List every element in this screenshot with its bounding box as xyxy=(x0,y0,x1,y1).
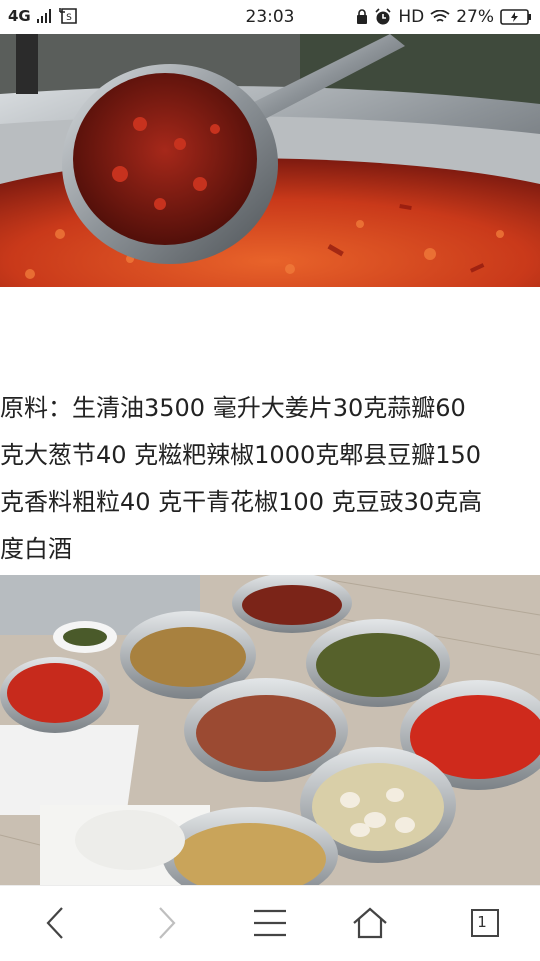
home-button[interactable] xyxy=(345,900,395,946)
home-icon xyxy=(353,907,387,939)
text-line: 克香料粗粒40 克干青花椒100 克豆豉30克高 xyxy=(0,488,483,516)
menu-icon xyxy=(254,909,286,937)
status-bar: 4G S 23:03 HD 27% xyxy=(0,0,540,35)
status-right: HD 27% xyxy=(356,7,532,27)
text-line: 克大葱节40 克糍粑辣椒1000克郫县豆瓣150 xyxy=(0,441,482,469)
tabs-button[interactable]: 1 xyxy=(460,900,510,946)
alarm-icon xyxy=(374,8,392,26)
ingredients-bowls-photo xyxy=(0,575,540,885)
text-line: 原料：生清油3500 毫升大姜片30克蒜瓣60 xyxy=(0,394,466,422)
forward-button[interactable] xyxy=(142,900,192,946)
menu-button[interactable] xyxy=(245,900,295,946)
battery-icon xyxy=(500,9,532,25)
browser-bottom-nav: 1 xyxy=(0,885,540,961)
recipe-ingredients-text: 原料：生清油3500 毫升大姜片30克蒜瓣60 克大葱节40 克糍粑辣椒1000… xyxy=(0,385,540,573)
back-icon xyxy=(46,907,63,939)
hotpot-ladle-photo xyxy=(0,34,540,287)
lock-icon xyxy=(356,9,368,25)
hd-label: HD xyxy=(398,7,425,27)
text-line: 度白酒 xyxy=(0,535,72,563)
back-button[interactable] xyxy=(30,900,80,946)
forward-icon xyxy=(159,907,176,939)
wifi-icon xyxy=(430,10,450,24)
tab-count: 1 xyxy=(477,913,487,931)
battery-percent: 27% xyxy=(456,7,494,27)
